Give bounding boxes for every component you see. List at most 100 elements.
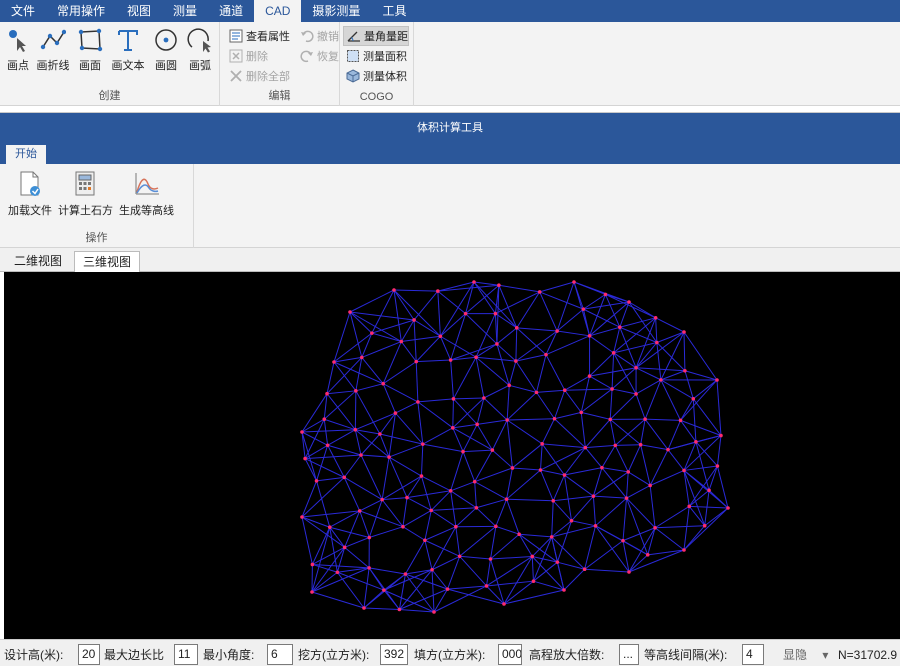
tin-vertex xyxy=(562,588,566,592)
tin-vertex xyxy=(581,307,586,311)
draw-circle-button[interactable]: 画圆 xyxy=(148,26,184,73)
tab-2d-view[interactable]: 二维视图 xyxy=(6,251,70,272)
tin-vertex xyxy=(445,587,450,591)
tin-vertex xyxy=(645,553,650,557)
tin-edge xyxy=(355,383,384,392)
tin-vertex xyxy=(335,570,340,575)
measure-area-button[interactable]: 测量面积 xyxy=(343,46,409,66)
tab-measure[interactable]: 测量 xyxy=(162,0,208,22)
tin-vertex xyxy=(653,315,658,320)
tab-view[interactable]: 视图 xyxy=(116,0,162,22)
tin-vertex xyxy=(540,442,544,446)
tin-edge xyxy=(611,388,637,395)
window-ribbon-tabs: 开始 xyxy=(0,143,900,164)
tin-edge xyxy=(601,467,629,473)
arc-icon xyxy=(186,26,214,54)
tin-edge xyxy=(564,375,590,391)
tab-channel[interactable]: 通道 xyxy=(208,0,254,22)
tab-common-ops[interactable]: 常用操作 xyxy=(46,0,116,22)
draw-polygon-button[interactable]: 画面 xyxy=(72,26,108,73)
tin-edge xyxy=(571,495,594,522)
tab-cad[interactable]: CAD xyxy=(254,0,302,22)
tin-edge xyxy=(628,527,656,573)
tin-vertex xyxy=(687,504,692,509)
tin-edge xyxy=(379,433,423,445)
tin-edge xyxy=(649,485,656,528)
load-file-button[interactable]: 加载文件 xyxy=(8,170,52,218)
redo-button[interactable]: 恢复 xyxy=(297,46,342,66)
tin-edge xyxy=(474,467,513,483)
tin-vertex xyxy=(726,506,730,510)
tin-edge xyxy=(312,546,345,565)
draw-arc-button[interactable]: 画弧 xyxy=(184,26,216,73)
tab-file[interactable]: 文件 xyxy=(0,0,46,22)
tin-edge xyxy=(369,567,406,575)
min-angle-field[interactable]: 6 xyxy=(267,644,293,665)
tin-edge xyxy=(503,556,533,605)
tin-edge xyxy=(515,327,518,362)
tin-edge xyxy=(644,418,669,450)
tin-vertex xyxy=(300,430,304,434)
point-arrow-icon xyxy=(4,26,32,54)
angle-ruler-icon xyxy=(347,29,361,43)
max-edge-ratio-field[interactable]: 11 xyxy=(174,644,198,665)
calculate-earthwork-button[interactable]: 计算土石方 xyxy=(58,170,113,218)
tin-vertex xyxy=(342,475,347,480)
tin-edge xyxy=(564,467,603,476)
measure-angle-distance-button[interactable]: 量角量距 xyxy=(343,26,409,46)
tin-edge xyxy=(453,398,478,425)
tab-start[interactable]: 开始 xyxy=(6,145,46,164)
cut-volume-field[interactable]: 392 xyxy=(380,644,408,665)
tin-edge xyxy=(490,533,520,560)
tin-edge xyxy=(349,289,395,313)
tin-edge xyxy=(424,540,433,570)
contour-interval-field[interactable]: 4 xyxy=(742,644,764,665)
tin-edge xyxy=(640,444,669,451)
tin-edge xyxy=(413,319,417,362)
tin-edge xyxy=(406,497,432,511)
3d-viewport[interactable] xyxy=(4,272,900,639)
tin-vertex xyxy=(537,290,542,294)
tin-edge xyxy=(459,555,491,560)
draw-text-button[interactable]: 画文本 xyxy=(108,26,148,73)
max-edge-ratio-label: 最大边长比 xyxy=(104,648,165,662)
tin-vertex xyxy=(393,411,398,415)
tin-vertex xyxy=(475,422,479,427)
elevation-scale-field[interactable]: ... xyxy=(619,644,639,665)
tin-edge xyxy=(716,435,722,467)
tin-vertex xyxy=(583,445,588,450)
delete-all-button[interactable]: 删除全部 xyxy=(226,66,293,86)
tin-vertex xyxy=(387,455,391,459)
tin-edge xyxy=(476,397,485,425)
fill-volume-field[interactable]: 000 xyxy=(498,644,522,665)
tin-edge xyxy=(551,536,585,570)
undo-button[interactable]: 撤销 xyxy=(297,26,342,46)
tin-edge xyxy=(683,441,697,471)
tin-edge xyxy=(716,379,722,436)
tab-3d-view[interactable]: 三维视图 xyxy=(74,251,141,272)
view-properties-button[interactable]: 查看属性 xyxy=(226,26,293,46)
tin-edge xyxy=(656,342,662,380)
tin-edge xyxy=(626,485,651,499)
tin-edge xyxy=(369,526,404,538)
tin-edge xyxy=(455,507,477,528)
generate-contours-button[interactable]: 生成等高线 xyxy=(119,170,174,218)
draw-point-button[interactable]: 画点 xyxy=(2,26,34,73)
tin-edge xyxy=(601,467,627,499)
tin-vertex xyxy=(412,318,416,322)
tin-edge xyxy=(512,443,543,469)
tin-edge xyxy=(465,313,498,345)
tin-edge xyxy=(402,526,426,541)
display-dropdown[interactable]: 显隐 ▾ xyxy=(783,646,828,663)
tab-tools[interactable]: 工具 xyxy=(371,0,417,22)
delete-button[interactable]: 删除 xyxy=(226,46,293,66)
tin-vertex xyxy=(643,417,647,421)
design-height-field[interactable]: 20 xyxy=(78,644,100,665)
draw-polyline-button[interactable]: 画折线 xyxy=(34,26,72,73)
tin-vertex xyxy=(544,352,548,357)
tin-edge xyxy=(326,361,335,394)
tin-vertex xyxy=(327,525,332,530)
measure-volume-button[interactable]: 测量体积 xyxy=(343,66,409,86)
tin-edge xyxy=(452,398,454,428)
tab-photogrammetry[interactable]: 摄影测量 xyxy=(301,0,371,22)
